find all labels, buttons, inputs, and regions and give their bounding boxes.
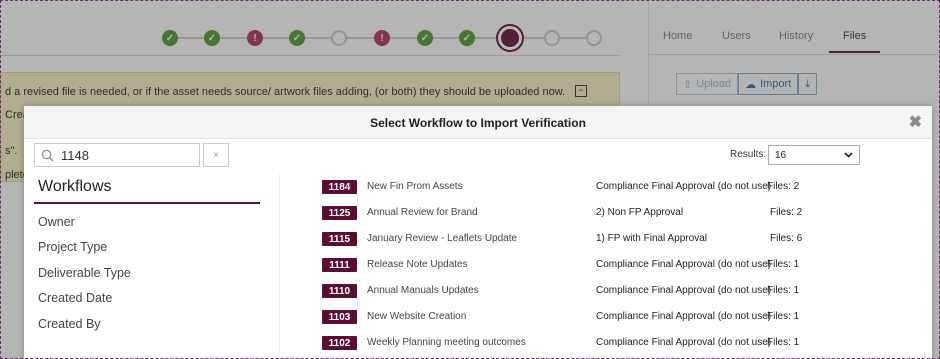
workflow-files: Files: 1 [767, 259, 800, 270]
workflow-name: Annual Review for Brand [367, 207, 478, 218]
clear-search-button[interactable]: × [203, 143, 229, 167]
filter-deliverable-type[interactable]: Deliverable Type [38, 266, 131, 280]
filter-owner[interactable]: Owner [38, 215, 75, 229]
filters-heading: Workflows [38, 178, 112, 195]
workflow-row[interactable]: 1110 Annual Manuals Updates Compliance F… [280, 278, 886, 304]
workflow-name: New Website Creation [367, 311, 467, 322]
results-label: Results: [730, 149, 767, 160]
workflow-approval: Compliance Final Approval (do not use) [596, 181, 772, 192]
workflow-id-badge: 1102 [322, 336, 357, 350]
workflow-files: Files: 2 [767, 181, 800, 192]
search-icon [35, 149, 59, 162]
workflow-approval: Compliance Final Approval (do not use) [596, 259, 772, 270]
workflow-name: Annual Manuals Updates [367, 285, 479, 296]
workflow-approval: Compliance Final Approval (do not use) [596, 311, 772, 322]
workflow-id-badge: 1125 [322, 206, 357, 220]
workflow-id-badge: 1110 [322, 284, 357, 298]
workflow-files: Files: 1 [767, 285, 800, 296]
search-input[interactable] [59, 146, 193, 164]
workflow-name: Release Note Updates [367, 259, 468, 270]
filter-created-by[interactable]: Created By [38, 317, 101, 331]
workflow-approval: 1) FP with Final Approval [596, 233, 707, 244]
workflow-files: Files: 1 [767, 337, 800, 348]
workflow-files: Files: 6 [770, 233, 803, 244]
select-workflow-modal: Select Workflow to Import Verification ✖… [24, 106, 932, 359]
workflow-row[interactable]: 1103 New Website Creation Compliance Fin… [280, 304, 886, 330]
workflow-approval: Compliance Final Approval (do not use) [596, 337, 772, 348]
results-select[interactable]: 16 [768, 145, 860, 165]
workflow-row[interactable]: 1102 Weekly Planning meeting outcomes Co… [280, 330, 886, 356]
workflow-name: Weekly Planning meeting outcomes [367, 337, 526, 348]
workflow-id-badge: 1103 [322, 310, 357, 324]
workflow-row[interactable]: 1115 January Review - Leaflets Update 1)… [280, 226, 886, 252]
filter-created-date[interactable]: Created Date [38, 291, 112, 305]
workflow-name: New Fin Prom Assets [367, 181, 463, 192]
workflow-id-badge: 1111 [322, 258, 357, 272]
search-field [34, 143, 200, 167]
workflow-files: Files: 1 [767, 311, 800, 322]
modal-title: Select Workflow to Import Verification [370, 116, 586, 130]
workflow-id-badge: 1115 [322, 232, 357, 246]
modal-header: Select Workflow to Import Verification ✖ [24, 106, 932, 139]
workflow-approval: 2) Non FP Approval [596, 207, 684, 218]
close-icon[interactable]: ✖ [909, 112, 922, 132]
workflow-row[interactable]: 1125 Annual Review for Brand 2) Non FP A… [280, 200, 886, 226]
workflow-id-badge: 1184 [322, 180, 357, 194]
workflow-list: 1184 New Fin Prom Assets Compliance Fina… [279, 174, 886, 359]
workflow-row[interactable]: 1184 New Fin Prom Assets Compliance Fina… [280, 174, 886, 200]
workflow-row[interactable]: 1111 Release Note Updates Compliance Fin… [280, 252, 886, 278]
filters-underline [34, 202, 260, 204]
workflow-files: Files: 2 [770, 207, 803, 218]
results-value: 16 [775, 149, 787, 161]
chevron-down-icon [844, 150, 853, 161]
filter-project-type[interactable]: Project Type [38, 240, 107, 254]
workflow-approval: Compliance Final Approval (do not use) [596, 285, 772, 296]
workflow-name: January Review - Leaflets Update [367, 233, 518, 244]
